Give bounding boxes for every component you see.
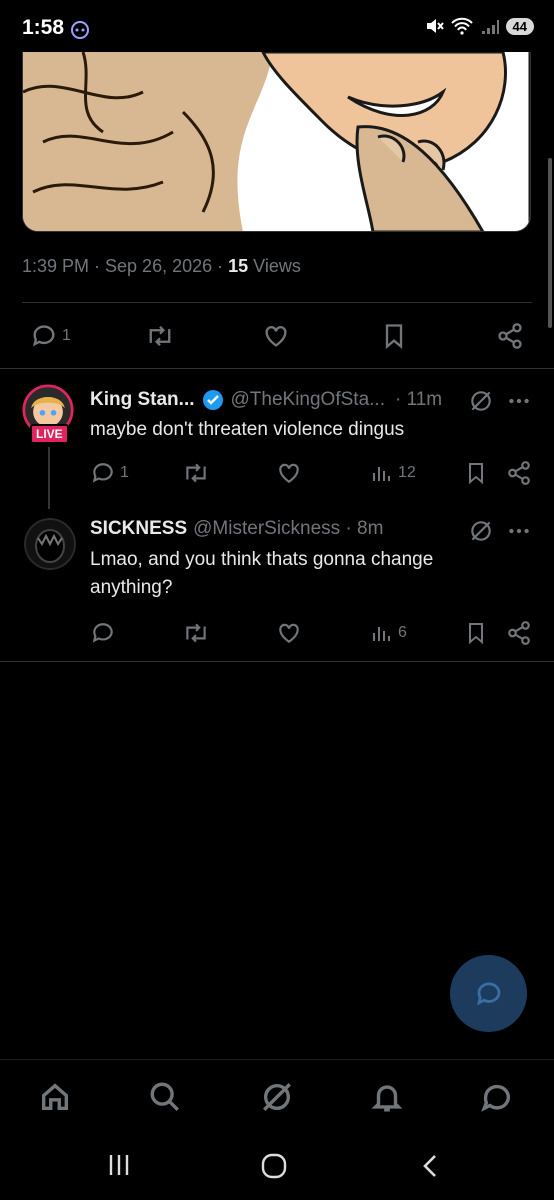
views-count: 12 xyxy=(398,464,416,481)
tweet-meta: 1:39 PM · Sep 26, 2026 · 15 Views xyxy=(22,256,301,277)
like-button[interactable] xyxy=(276,620,302,646)
divider xyxy=(0,661,554,662)
share-icon xyxy=(498,323,522,349)
like-button[interactable] xyxy=(276,460,302,486)
heart-icon xyxy=(265,326,287,347)
thread-line xyxy=(48,447,50,509)
recent-apps-icon[interactable] xyxy=(106,1152,132,1178)
signal-icon xyxy=(481,20,499,34)
share-button[interactable] xyxy=(496,322,524,350)
bell-icon xyxy=(371,1085,403,1112)
views-label: Views xyxy=(248,256,301,276)
battery-indicator: 44 xyxy=(505,17,534,35)
divider xyxy=(0,368,554,369)
nav-search[interactable] xyxy=(148,1080,182,1119)
comment-icon xyxy=(32,325,55,347)
comment-icon xyxy=(92,463,113,483)
search-icon xyxy=(150,1082,179,1111)
nav-notifications[interactable] xyxy=(370,1080,404,1119)
like-button[interactable] xyxy=(262,322,290,350)
live-badge: LIVE xyxy=(30,424,69,444)
status-icons: 44 xyxy=(424,16,534,36)
bookmark-icon xyxy=(385,324,403,349)
views-icon xyxy=(373,627,390,641)
reply-count: 1 xyxy=(120,464,129,481)
heart-icon xyxy=(279,463,299,483)
handle[interactable]: @TheKingOfSta... xyxy=(231,389,385,411)
reply-text-line: Lmao, and you think thats gonna change xyxy=(90,549,434,570)
bookmark-button[interactable] xyxy=(464,620,488,646)
avatar[interactable] xyxy=(24,518,76,570)
verified-icon xyxy=(202,390,223,410)
retweet-button[interactable] xyxy=(145,322,175,350)
views-count: 6 xyxy=(398,624,407,641)
nav-messages[interactable] xyxy=(480,1080,514,1119)
status-time: 1:58 xyxy=(22,16,65,39)
reply-text-line: anything? xyxy=(90,577,173,598)
reply-button[interactable]: 1 xyxy=(90,460,129,486)
reply-time: · 11m xyxy=(394,389,443,410)
reply-button[interactable]: 1 xyxy=(30,322,71,350)
comment-icon xyxy=(92,623,113,643)
handle[interactable]: @MisterSickness · 8m xyxy=(193,518,383,540)
messages-icon xyxy=(481,1084,511,1112)
views-button[interactable]: 12 xyxy=(370,460,416,486)
share-button[interactable] xyxy=(506,620,532,646)
nav-home[interactable] xyxy=(38,1080,72,1119)
tweet-image[interactable] xyxy=(22,52,531,232)
views-button[interactable]: 6 xyxy=(370,620,407,646)
reply-button[interactable] xyxy=(90,620,116,646)
home-system-icon[interactable] xyxy=(260,1152,288,1180)
reply-text: maybe don't threaten violence dingus xyxy=(90,419,405,440)
tweet-timestamp: 1:39 PM · Sep 26, 2026 · xyxy=(22,256,229,276)
views-icon xyxy=(373,467,390,481)
bookmark-button[interactable] xyxy=(464,460,488,486)
system-nav-bar xyxy=(0,1134,554,1200)
more-icon[interactable] xyxy=(506,388,532,414)
reply-header: SICKNESS @MisterSickness · 8m xyxy=(90,518,383,540)
back-icon[interactable] xyxy=(418,1152,444,1180)
scrollbar[interactable] xyxy=(548,158,552,328)
display-name[interactable]: King Stan... xyxy=(90,389,195,411)
views-count: 15 xyxy=(228,256,249,276)
bookmark-icon xyxy=(469,623,483,645)
display-name[interactable]: SICKNESS xyxy=(90,518,187,540)
wifi-icon xyxy=(450,17,473,35)
bottom-nav xyxy=(0,1059,554,1134)
divider xyxy=(22,302,532,303)
bookmark-icon xyxy=(469,463,483,485)
bookmark-button[interactable] xyxy=(380,322,408,350)
retweet-button[interactable] xyxy=(182,460,210,486)
retweet-icon xyxy=(186,463,206,483)
heart-icon xyxy=(279,623,299,643)
nav-grok[interactable] xyxy=(260,1080,294,1119)
discord-icon xyxy=(71,21,89,39)
mute-icon xyxy=(426,19,444,33)
share-button[interactable] xyxy=(506,460,532,486)
retweet-button[interactable] xyxy=(182,620,210,646)
retweet-icon xyxy=(149,325,171,347)
grok-icon[interactable] xyxy=(468,518,494,544)
reply-text: Lmao, and you think thats gonna change a… xyxy=(90,546,510,602)
grok-icon xyxy=(263,1083,291,1111)
more-icon[interactable] xyxy=(506,518,532,544)
reply-fab-button[interactable] xyxy=(450,955,527,1032)
home-icon xyxy=(41,1083,69,1111)
comment-icon xyxy=(476,982,500,1005)
reply-count: 1 xyxy=(62,327,71,344)
share-icon xyxy=(508,461,530,485)
share-icon xyxy=(508,621,530,645)
grok-icon[interactable] xyxy=(468,388,494,414)
reply-header: King Stan... @TheKingOfSta... · 11m xyxy=(90,388,442,412)
retweet-icon xyxy=(186,623,206,643)
